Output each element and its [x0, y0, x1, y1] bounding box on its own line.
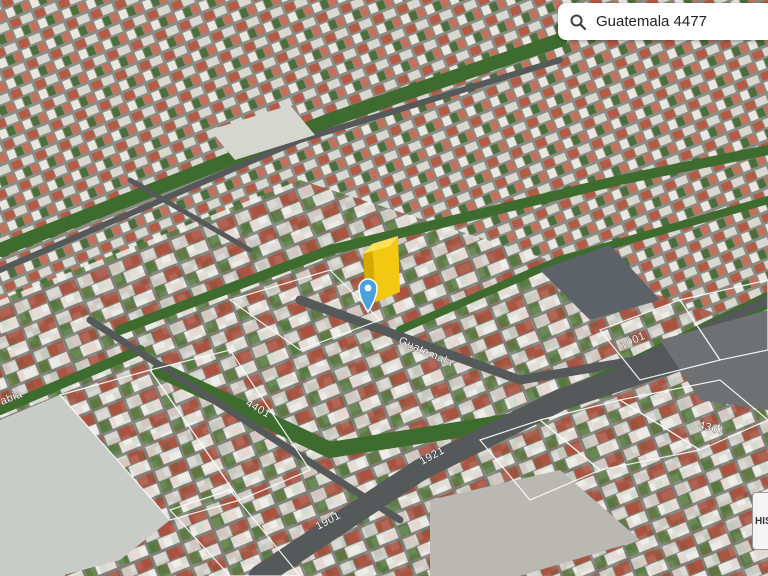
- search-box[interactable]: Guatemala 4477: [558, 3, 768, 40]
- satellite-map-view[interactable]: Guatemala 4401 4301 1901 1921 1001 abia: [0, 0, 768, 576]
- search-input[interactable]: Guatemala 4477: [596, 13, 707, 30]
- history-button[interactable]: HIS: [752, 492, 768, 550]
- search-icon: [570, 13, 588, 31]
